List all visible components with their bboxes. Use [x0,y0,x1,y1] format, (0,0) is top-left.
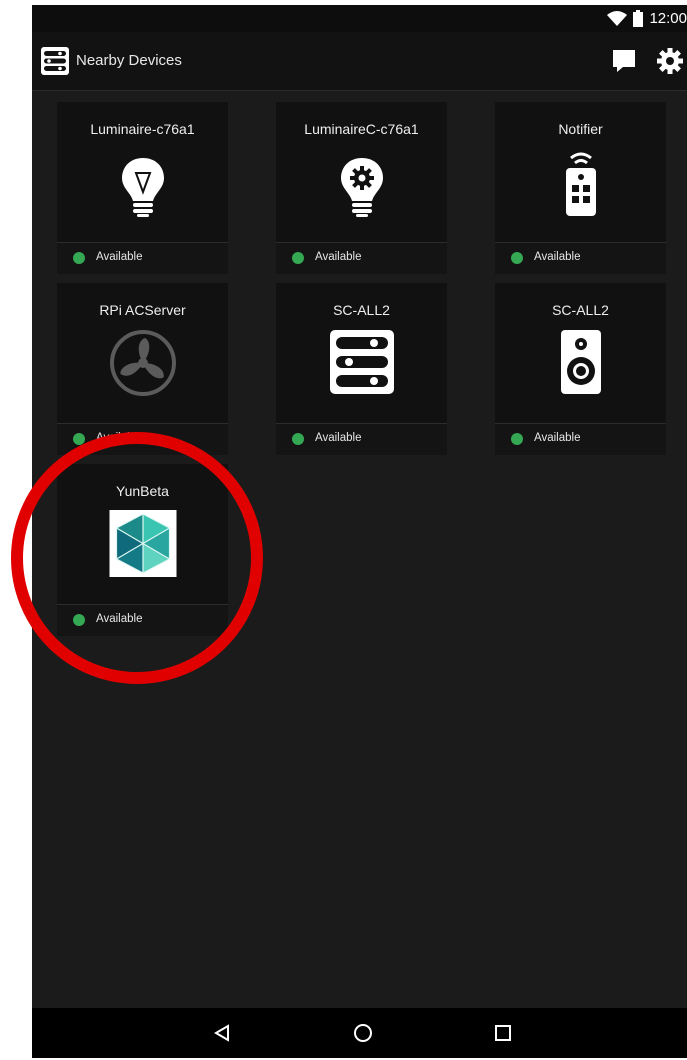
available-dot [73,252,85,264]
server-toggles-icon [329,330,394,394]
device-name: Notifier [558,121,603,137]
status-label: Available [96,432,143,444]
battery-icon [633,10,644,27]
back-icon [214,1024,229,1042]
device-name: SC-ALL2 [552,302,609,318]
navigation-bar [32,1008,687,1058]
app-bar: Nearby Devices [32,32,687,91]
device-card[interactable]: RPi ACServer Available [57,283,228,455]
home-button[interactable] [333,1008,393,1058]
device-card[interactable]: SC-ALL2 Available [495,283,666,455]
devices-app-icon [41,47,69,75]
available-dot [292,252,304,264]
chat-icon[interactable] [611,48,637,74]
device-card[interactable]: Notifier Available [495,102,666,274]
device-name: YunBeta [116,483,169,499]
lightbulb-icon [121,158,164,217]
available-dot [292,433,304,445]
status-label: Available [534,251,581,263]
available-dot [511,433,523,445]
status-label: Available [96,613,143,625]
device-grid: Luminaire-c76a1 Available LuminaireC-c76… [32,91,687,1008]
recents-icon [495,1025,511,1041]
home-icon [354,1024,372,1042]
device-screen: 12:00 Nearby Devices Luminaire-c76a1 Ava… [32,5,687,1058]
device-name: SC-ALL2 [333,302,390,318]
speaker-icon [560,330,601,394]
geometric-logo-icon [109,510,176,577]
device-name: RPi ACServer [99,302,186,318]
device-name: LuminaireC-c76a1 [304,121,419,137]
available-dot [73,614,85,626]
back-button[interactable] [192,1008,252,1058]
status-label: Available [534,432,581,444]
lightbulb-gear-icon [340,158,383,217]
gear-icon[interactable] [655,46,685,76]
device-card[interactable]: LuminaireC-c76a1 Available [276,102,447,274]
remote-control-icon [565,152,596,216]
available-dot [511,252,523,264]
device-card[interactable]: Luminaire-c76a1 Available [57,102,228,274]
device-card[interactable]: SC-ALL2 Available [276,283,447,455]
wifi-icon [607,10,628,26]
device-name: Luminaire-c76a1 [90,121,195,137]
status-time: 12:00 [649,10,687,27]
status-label: Available [315,251,362,263]
recents-button[interactable] [473,1008,533,1058]
status-label: Available [315,432,362,444]
status-label: Available [96,251,143,263]
fan-icon [109,330,176,396]
app-title: Nearby Devices [76,52,182,69]
status-bar: 12:00 [32,5,687,32]
device-card[interactable]: YunBeta Available [57,464,228,636]
available-dot [73,433,85,445]
